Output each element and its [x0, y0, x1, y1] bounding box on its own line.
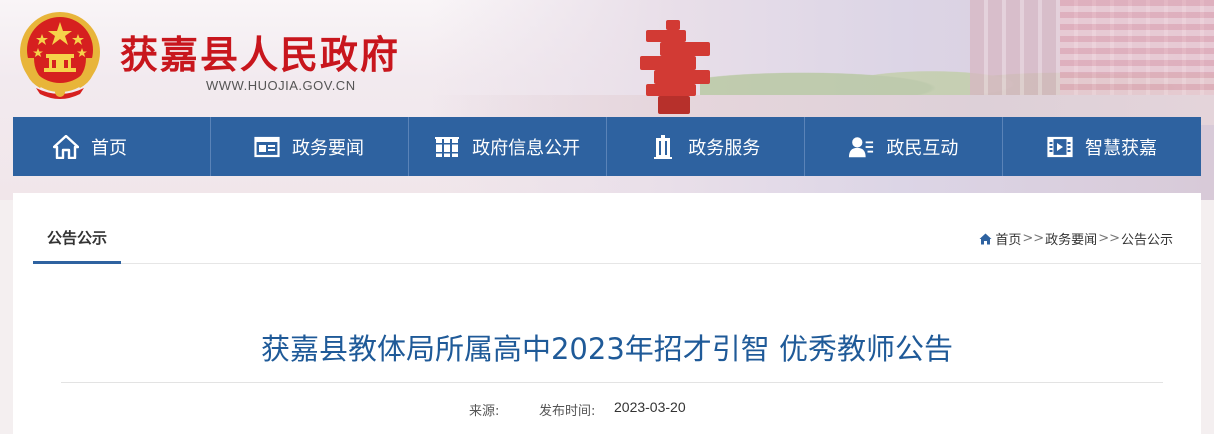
nav-item-label: 政民互动	[886, 137, 959, 159]
film-icon	[1047, 135, 1073, 159]
national-emblem-icon[interactable]	[16, 8, 104, 100]
title-divider	[61, 382, 1163, 383]
source-label: 来源:	[469, 404, 500, 419]
publish-time-value: 2023-03-20	[614, 399, 686, 415]
nav-item-label: 首页	[91, 137, 127, 159]
nav-item-label: 政务要闻	[292, 137, 365, 159]
breadcrumb: 首页 >> 政务要闻 >> 公告公示	[979, 229, 1173, 248]
site-title[interactable]: 获嘉县人民政府	[120, 24, 400, 79]
nav-item-interaction[interactable]: 政民互动	[805, 117, 1003, 176]
content-card: 公告公示 首页 >> 政务要闻 >> 公告公示 获嘉县教体局所属高中2023年招…	[13, 193, 1201, 434]
publish-time-label: 发布时间:	[539, 404, 596, 419]
user-chat-icon	[848, 135, 874, 159]
section-header: 公告公示 首页 >> 政务要闻 >> 公告公示	[33, 193, 1201, 264]
nav-item-news[interactable]: 政务要闻	[211, 117, 409, 176]
site-url: WWW.HUOJIA.GOV.CN	[206, 78, 356, 93]
banner-buildings-front	[1060, 0, 1214, 95]
books-icon	[434, 135, 460, 159]
building-icon	[650, 134, 676, 159]
nav-item-smart[interactable]: 智慧获嘉	[1003, 117, 1201, 176]
breadcrumb-current[interactable]: 公告公示	[1121, 229, 1173, 248]
breadcrumb-separator: >>	[1022, 231, 1045, 246]
section-tab-title[interactable]: 公告公示	[33, 227, 121, 264]
nav-item-services[interactable]: 政务服务	[607, 117, 805, 176]
banner-sculpture	[636, 20, 716, 116]
main-nav: 首页 政务要闻 政府信息公开 政务服务 政民互动 智慧获嘉	[13, 117, 1201, 176]
breadcrumb-separator: >>	[1098, 231, 1120, 246]
breadcrumb-home[interactable]: 首页	[995, 229, 1021, 248]
breadcrumb-news[interactable]: 政务要闻	[1045, 229, 1097, 248]
article-title: 获嘉县教体局所属高中2023年招才引智 优秀教师公告	[260, 332, 954, 366]
nav-item-gov-info[interactable]: 政府信息公开	[409, 117, 607, 176]
news-icon	[254, 135, 280, 159]
home-icon	[53, 134, 79, 159]
nav-item-label: 智慧获嘉	[1084, 137, 1157, 159]
nav-item-label: 政务服务	[688, 137, 761, 159]
nav-item-home[interactable]: 首页	[13, 117, 211, 176]
home-icon	[979, 233, 992, 244]
nav-item-label: 政府信息公开	[472, 137, 581, 159]
